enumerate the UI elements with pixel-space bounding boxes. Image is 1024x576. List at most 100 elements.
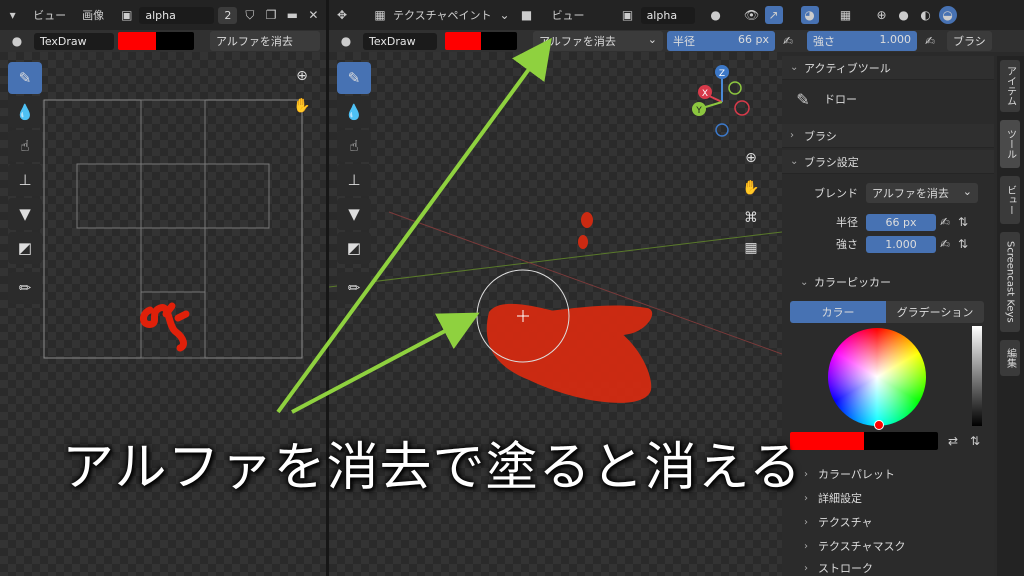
swap-colors-icon[interactable]: ⇄ [944, 432, 962, 450]
left-view-menu[interactable]: ビュー [33, 7, 66, 23]
primary-secondary-swatch[interactable] [790, 432, 938, 450]
right-mask-icon: ◩ [346, 239, 362, 257]
clone-tool[interactable]: ⊥ [8, 164, 42, 196]
left-header: ▾ ビュー 画像 ▣ alpha 2 ⛉ ❐ ▬ ✕ [0, 0, 326, 30]
wireframe-shading-icon[interactable]: ⊕ [873, 6, 891, 24]
active-tool-panel-header[interactable]: ⌄ アクティブツール [782, 56, 994, 80]
left-color-swatch[interactable] [118, 32, 194, 50]
right-brush-name[interactable]: TexDraw [363, 32, 437, 50]
panel-strength-field[interactable]: 1.000 [866, 235, 936, 253]
duplicate-icon[interactable]: ❐ [262, 6, 279, 24]
dot-icon[interactable]: ● [707, 6, 725, 24]
stroke-row[interactable]: › ストローク [782, 560, 994, 576]
viewport-pan-icon[interactable]: ✋ [739, 176, 763, 200]
right-soften-tool[interactable]: 💧 [337, 96, 371, 128]
texture-mask-row[interactable]: › テクスチャマスク [782, 536, 994, 556]
right-fill-tool[interactable]: ▼ [337, 198, 371, 230]
smear-icon: ☝ [20, 137, 30, 155]
tab-view[interactable]: ビュー [1000, 176, 1020, 224]
color-picker-header: カラーピッカー [814, 276, 891, 289]
visibility-icon[interactable]: 👁 [743, 6, 761, 24]
tab-gradient[interactable]: グラデーション [886, 301, 984, 323]
strength-pressure-icon-panel[interactable]: ✍ [936, 235, 954, 253]
navigation-gizmo[interactable]: Z X Y [687, 64, 757, 144]
right-brush-tool[interactable]: ✎ [337, 62, 371, 94]
gizmo-toggle-icon[interactable]: ↗ [764, 6, 783, 24]
brush-settings-panel-header[interactable]: ⌄ ブラシ設定 [782, 150, 994, 174]
soften-tool[interactable]: 💧 [8, 96, 42, 128]
expand-chevron-icon: › [804, 516, 808, 528]
folder-icon[interactable]: ▬ [284, 6, 301, 24]
perspective-grid-icon[interactable]: ▦ [739, 236, 763, 260]
viewport-zoom-icon[interactable]: ⊕ [739, 146, 763, 170]
image-browse-icon[interactable]: ▣ [118, 6, 135, 24]
strength-value: 1.000 [879, 33, 912, 46]
collapse-chevron-icon: ⌄ [790, 156, 799, 167]
right-mask-tool[interactable]: ◩ [337, 232, 371, 264]
mask-tool[interactable]: ◩ [8, 232, 42, 264]
left-user-count: 2 [218, 6, 238, 24]
fill-tool[interactable]: ▼ [8, 198, 42, 230]
right-blend-dropdown[interactable]: アルファを消去 ⌄ [533, 31, 663, 51]
color-wheel[interactable] [828, 328, 926, 426]
radius-pressure-icon[interactable]: ✍ [936, 213, 954, 231]
mode-dropdown[interactable]: テクスチャペイント [393, 7, 492, 23]
right-smear-tool[interactable]: ☝ [337, 130, 371, 162]
texture-row[interactable]: › テクスチャ [782, 512, 994, 532]
panel-radius-field[interactable]: 66 px [866, 213, 936, 231]
left-tool-settings: ● TexDraw アルファを消去 [0, 30, 326, 52]
right-view-menu[interactable]: ビュー [552, 7, 585, 23]
drop-icon: 💧 [15, 103, 35, 121]
brush-panel-header[interactable]: › ブラシ [782, 124, 994, 148]
advanced-row[interactable]: › 詳細設定 [782, 488, 994, 508]
mask-mode-icon[interactable]: ■ [518, 6, 536, 24]
brush-menu[interactable]: ブラシ [947, 31, 992, 51]
tab-color[interactable]: カラー [790, 301, 886, 323]
annotate-tool[interactable]: ✏ [8, 272, 42, 304]
pressure-icon[interactable]: ✍ [779, 32, 797, 50]
brush-preview-icon[interactable]: ● [4, 32, 30, 50]
overlay-toggle-icon[interactable]: ◕ [800, 6, 819, 24]
radius-unit-icon[interactable]: ⇅ [954, 213, 972, 231]
right-brush-preview-icon[interactable]: ● [333, 32, 359, 50]
image-icon[interactable]: ▣ [619, 6, 637, 24]
strength-pressure-icon[interactable]: ✍ [921, 32, 939, 50]
right-strength-field[interactable]: 強さ 1.000 [807, 31, 917, 51]
solid-shading-icon[interactable]: ● [895, 6, 913, 24]
color-unit-icon[interactable]: ⇅ [966, 432, 984, 450]
pan-hand-icon[interactable]: ✋ [290, 94, 314, 118]
strength-unit-icon[interactable]: ⇅ [954, 235, 972, 253]
expand-chevron-icon: › [804, 540, 808, 552]
right-image-name[interactable]: alpha [640, 6, 695, 24]
tab-tool[interactable]: ツール [1000, 120, 1020, 168]
shield-icon[interactable]: ⛉ [241, 6, 258, 24]
camera-icon[interactable]: ⌘ [739, 206, 763, 230]
tab-item[interactable]: アイテム [1000, 60, 1020, 112]
right-annotate-tool[interactable]: ✏ [337, 272, 371, 304]
blend-dropdown[interactable]: アルファを消去 ⌄ [866, 183, 978, 203]
left-blend-dropdown[interactable]: アルファを消去 [210, 31, 320, 51]
right-clone-tool[interactable]: ⊥ [337, 164, 371, 196]
rendered-shading-icon[interactable]: ◒ [938, 6, 957, 24]
left-image-menu[interactable]: 画像 [82, 7, 104, 23]
smear-tool[interactable]: ☝ [8, 130, 42, 162]
value-slider[interactable] [972, 326, 982, 426]
close-icon[interactable]: ✕ [305, 6, 322, 24]
right-color-swatch[interactable] [445, 32, 517, 50]
editor-type-icon[interactable]: ▾ [4, 6, 21, 24]
tab-screencast-keys[interactable]: Screencast Keys [1000, 232, 1020, 332]
blend-dropdown-chevron-icon: ⌄ [962, 185, 972, 198]
color-palette-row[interactable]: › カラーパレット [782, 464, 994, 484]
color-wheel-cursor[interactable] [874, 420, 884, 430]
color-picker-header-row[interactable]: ⌄ カラーピッカー [782, 272, 994, 292]
xray-icon[interactable]: ▦ [837, 6, 855, 24]
tab-edit[interactable]: 編集 [1000, 340, 1020, 376]
collapse-chevron-icon: ⌄ [800, 276, 809, 288]
material-shading-icon[interactable]: ◐ [917, 6, 935, 24]
zoom-icon[interactable]: ⊕ [290, 64, 314, 88]
right-radius-field[interactable]: 半径 66 px [667, 31, 775, 51]
brush-tool[interactable]: ✎ [8, 62, 42, 94]
left-image-name[interactable]: alpha [139, 6, 215, 24]
left-brush-name[interactable]: TexDraw [34, 32, 114, 50]
editor-type-3d-icon[interactable]: ✥ [333, 6, 351, 24]
